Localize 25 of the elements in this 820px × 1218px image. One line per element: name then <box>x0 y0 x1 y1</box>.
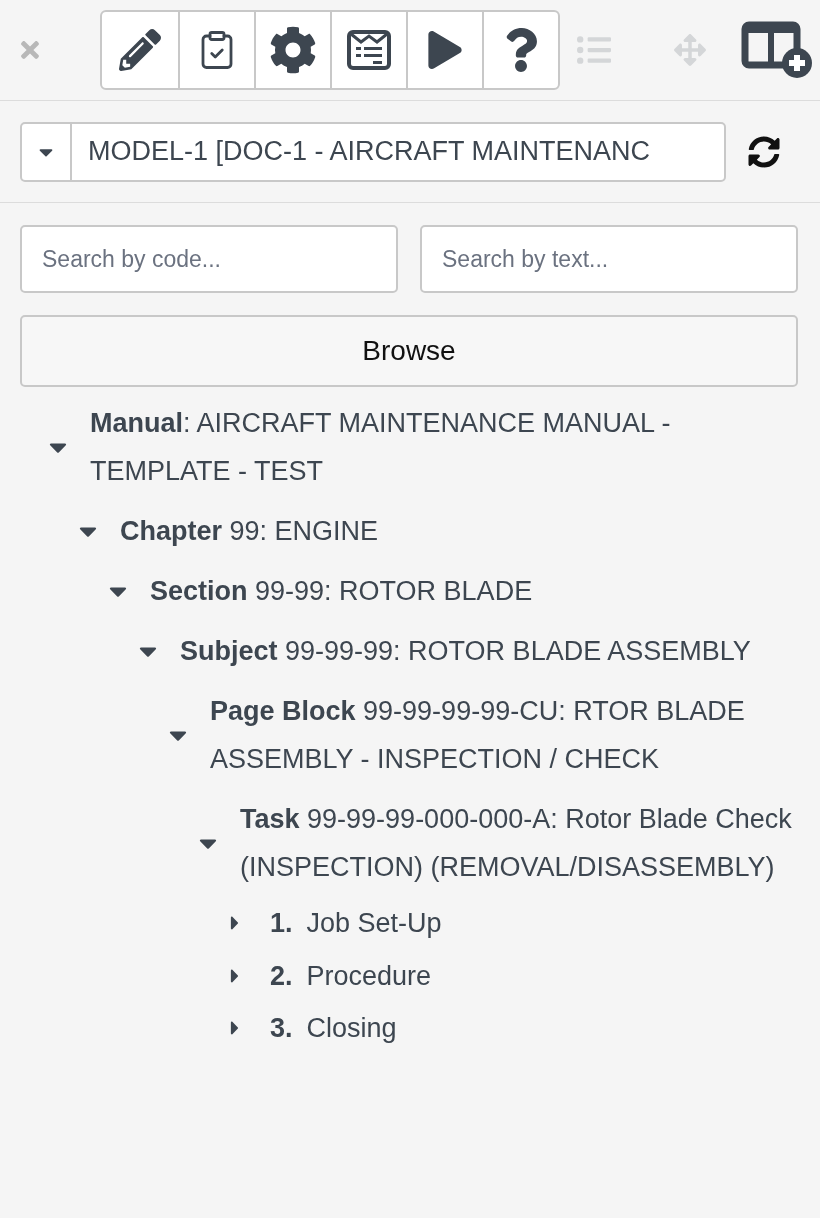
form-icon <box>347 30 391 70</box>
document-select[interactable]: MODEL-1 [DOC-1 - AIRCRAFT MAINTENANC <box>20 121 726 182</box>
add-column-icon <box>741 21 815 79</box>
play-icon <box>426 31 464 69</box>
search-field[interactable]: Search by text... <box>420 225 798 293</box>
browse-button[interactable]: Browse <box>20 315 798 387</box>
tree-item-label[interactable]: Task 99-99-99-000-000-A: Rotor Blade Check (INSPECTION) (REMOVAL/DISASSEMBLY) <box>240 795 810 891</box>
tree-item-label[interactable]: Page Block 99-99-99-99-CU: RTOR BLADE ASSEMBLY - INSPECTION / CHECK <box>210 687 810 783</box>
document-select-value: MODEL-1 [DOC-1 - AIRCRAFT MAINTENANC <box>87 135 651 169</box>
tree-item-label[interactable]: Subject 99-99-99: ROTOR BLADE ASSEMBLY <box>180 627 761 675</box>
tree-item-label[interactable]: Manual: AIRCRAFT MAINTENANCE MANUAL - TEMPLATE - TEST <box>90 399 810 495</box>
list-icon <box>577 33 611 67</box>
search-field[interactable]: Search by code... <box>20 225 398 293</box>
pencil-icon <box>119 29 161 71</box>
step-number: 3. <box>270 1012 293 1045</box>
settings-icon <box>269 26 317 74</box>
tree-item-label[interactable]: Section 99-99: ROTOR BLADE <box>150 567 543 615</box>
tree-item-label[interactable]: Procedure <box>306 955 432 996</box>
tree-item-label[interactable]: Job Set-Up <box>306 903 442 944</box>
tree-item-label[interactable]: Closing <box>306 1008 397 1049</box>
tree-item-label[interactable]: Chapter 99: ENGINE <box>120 507 389 555</box>
step-number: 2. <box>270 959 293 993</box>
move-icon <box>674 34 706 66</box>
refresh-icon <box>748 135 780 168</box>
step-number: 1. <box>270 907 293 940</box>
